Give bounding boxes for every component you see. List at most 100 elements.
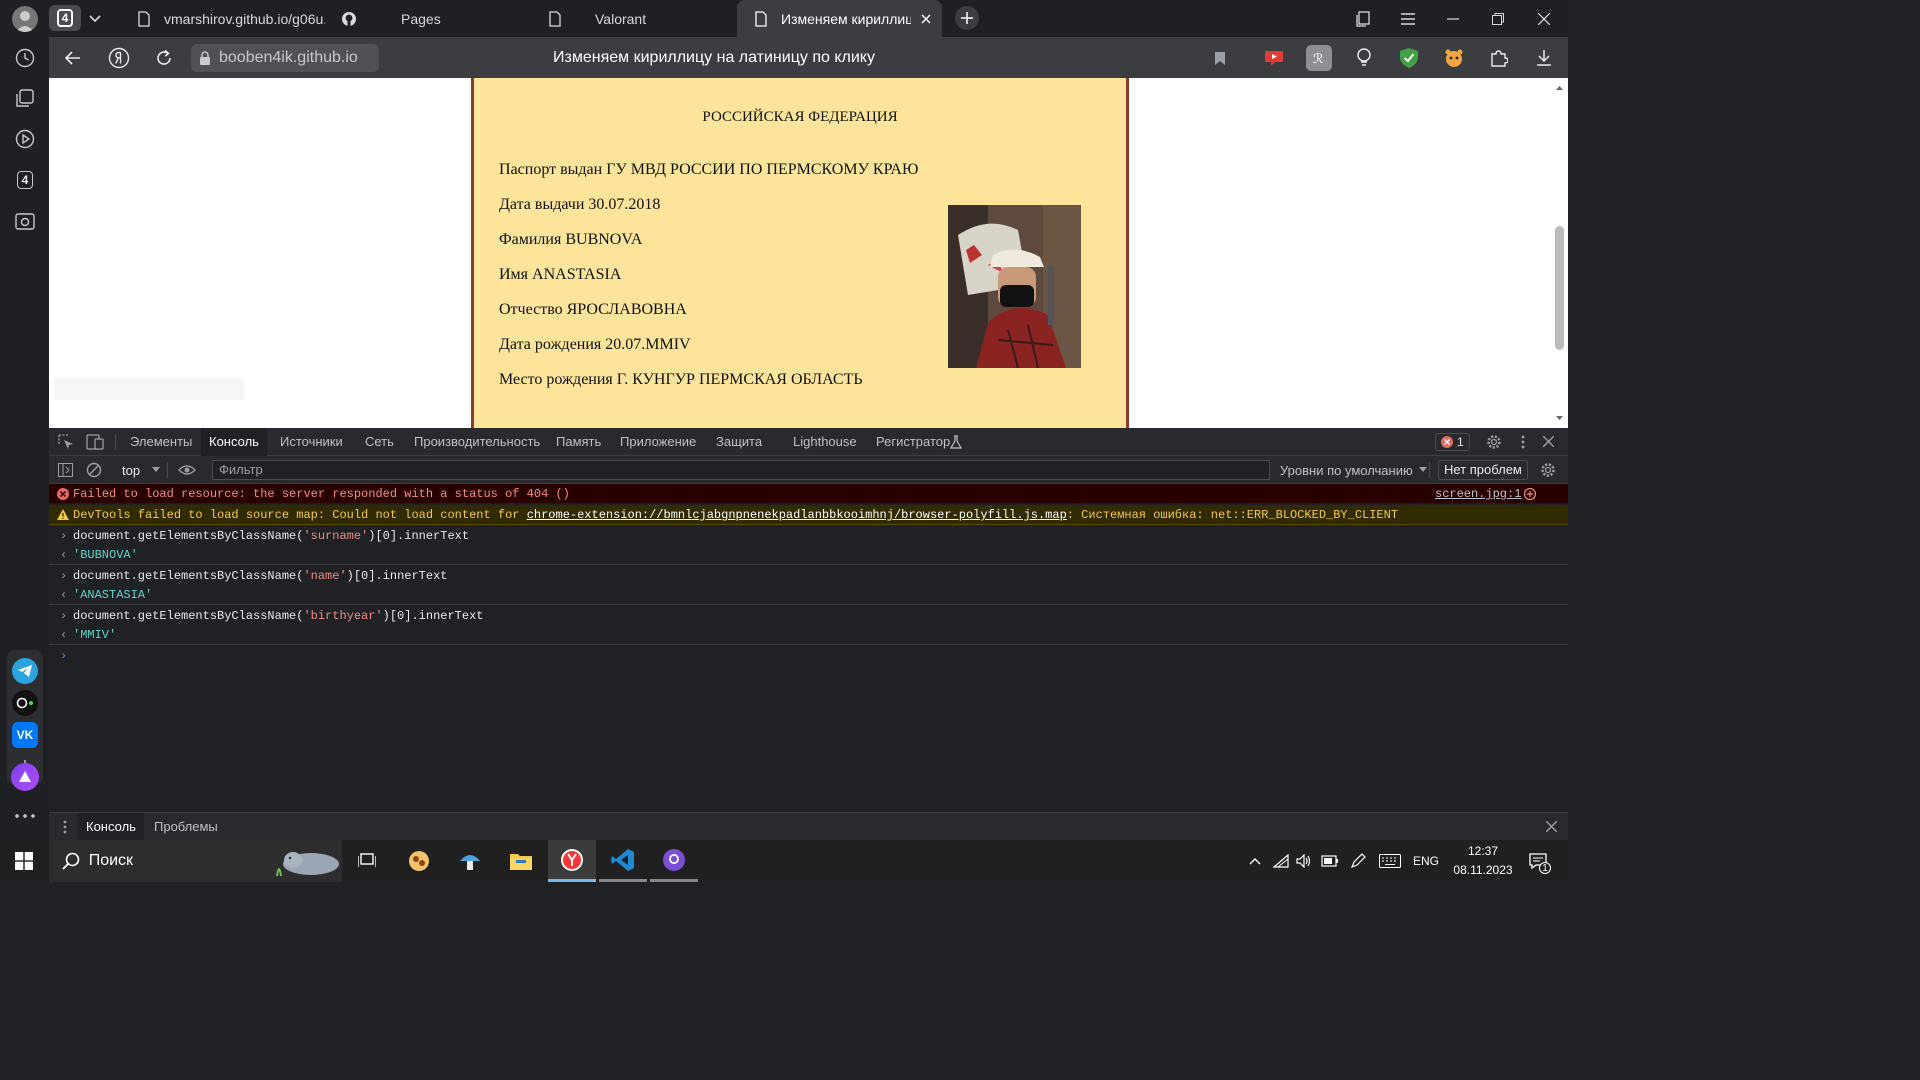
reload-button[interactable] — [144, 37, 184, 78]
taskbar-app-ant[interactable] — [395, 840, 443, 882]
url-field[interactable]: booben4ik.github.io — [191, 44, 379, 72]
console-filter-input[interactable]: Фильтр — [212, 460, 1270, 480]
tab-vmarshirov[interactable]: vmarshirov.github.io/g06u... — [120, 0, 325, 37]
inspect-element-icon[interactable] — [58, 434, 74, 450]
ai-explain-icon[interactable] — [1524, 488, 1536, 500]
speaker-icon — [1296, 854, 1311, 868]
video-button[interactable] — [12, 126, 38, 152]
patronymic-line[interactable]: Отчество ЯРОСЛАВОВНА — [499, 301, 687, 319]
taskbar-file-explorer[interactable] — [497, 840, 545, 882]
tab-application[interactable]: Приложение — [620, 428, 696, 456]
extensions-button[interactable] — [1486, 45, 1512, 71]
close-devtools-icon[interactable] — [1543, 436, 1554, 447]
profile-avatar[interactable] — [12, 6, 38, 32]
screenshot-button[interactable] — [12, 208, 38, 234]
translate-extension[interactable]: ℛ — [1306, 45, 1332, 71]
page-scrollbar[interactable] — [1551, 78, 1568, 428]
more-button[interactable] — [14, 809, 36, 823]
scroll-up-icon[interactable] — [1551, 82, 1568, 94]
menu-button[interactable] — [1386, 0, 1430, 37]
drawer-tab-issues[interactable]: Проблемы — [154, 813, 218, 840]
settings-gear-icon[interactable] — [1486, 434, 1502, 450]
issues-button[interactable]: Нет проблем — [1438, 460, 1528, 480]
scrollbar-thumb[interactable] — [1555, 226, 1564, 350]
tab-lighthouse[interactable]: Lighthouse — [793, 428, 857, 456]
messenger-app[interactable] — [12, 690, 38, 716]
restore-button[interactable] — [1476, 0, 1520, 37]
tray-overflow-button[interactable] — [1245, 840, 1265, 882]
device-toolbar-icon[interactable] — [86, 434, 104, 450]
youtube-extension[interactable] — [1261, 45, 1287, 71]
telegram-app[interactable] — [12, 658, 38, 684]
console-output[interactable]: Failed to load resource: the server resp… — [49, 484, 1568, 812]
chevron-down-icon[interactable] — [84, 8, 106, 30]
sidebar-toggle-icon[interactable] — [58, 463, 73, 477]
tab-memory[interactable]: Память — [556, 428, 601, 456]
console-settings-icon[interactable] — [1540, 462, 1556, 478]
new-tab-button[interactable] — [955, 6, 979, 30]
alice-button[interactable] — [11, 763, 39, 791]
console-prompt[interactable]: › — [49, 646, 1568, 666]
tab-pages[interactable]: Pages — [325, 0, 530, 37]
tabs-badge-button[interactable]: 4 — [12, 167, 38, 193]
tray-language[interactable]: ENG — [1410, 840, 1442, 882]
taskbar-github-desktop[interactable] — [650, 840, 698, 882]
tray-pen[interactable] — [1347, 840, 1369, 882]
lightbulb-extension[interactable] — [1351, 45, 1377, 71]
bookmark-button[interactable] — [1207, 45, 1233, 71]
eye-icon[interactable] — [178, 464, 196, 476]
taskbar-app-mushroom[interactable] — [446, 840, 494, 882]
warning-link[interactable]: chrome-extension://bmnlcjabgnpnenekpadla… — [527, 508, 1067, 522]
tab-sources[interactable]: Источники — [280, 428, 343, 456]
tab-elements[interactable]: Элементы — [130, 428, 192, 456]
tab-recorder[interactable]: Регистратор — [876, 428, 950, 456]
downloads-button[interactable] — [1531, 45, 1557, 71]
drawer-menu-icon[interactable] — [63, 820, 67, 834]
more-vertical-icon[interactable] — [1521, 435, 1525, 449]
close-drawer-icon[interactable] — [1546, 821, 1557, 832]
tray-battery[interactable] — [1319, 840, 1341, 882]
start-button[interactable] — [0, 840, 48, 882]
collections-sidebar-button[interactable] — [12, 85, 38, 111]
tab-performance[interactable]: Производительность — [414, 428, 540, 456]
birth-date-line[interactable]: Дата рождения 20.07.MMIV — [499, 336, 691, 354]
context-selector[interactable]: top — [115, 456, 161, 484]
tab-valorant[interactable]: Valorant — [531, 0, 736, 37]
collections-button[interactable] — [1341, 0, 1385, 37]
log-levels-dropdown[interactable]: Уровни по умолчанию — [1280, 456, 1427, 484]
windows-taskbar: Поиск ENG 12:37 08.11.2023 1 — [0, 840, 1568, 882]
name-line[interactable]: Имя ANASTASIA — [499, 266, 621, 284]
tab-active-cyrillic[interactable]: Изменяем кириллицу н... — [737, 0, 942, 37]
surname-line[interactable]: Фамилия BUBNOVA — [499, 231, 642, 249]
adguard-extension[interactable] — [1396, 45, 1422, 71]
vk-app[interactable]: VK — [12, 722, 38, 748]
close-tab-icon[interactable] — [921, 14, 931, 24]
yandex-home-button[interactable] — [99, 37, 139, 78]
clear-console-icon[interactable] — [86, 462, 102, 478]
taskbar-search[interactable]: Поиск — [49, 840, 342, 882]
tray-clock[interactable]: 12:37 08.11.2023 — [1448, 840, 1518, 882]
tab-count-button[interactable]: 4 — [49, 5, 81, 31]
tray-keyboard[interactable] — [1376, 840, 1404, 882]
task-view-button[interactable] — [343, 840, 391, 882]
minimize-button[interactable] — [1431, 0, 1475, 37]
back-button[interactable] — [53, 37, 93, 78]
error-counter[interactable]: 1 — [1435, 433, 1470, 451]
taskbar-vscode[interactable] — [599, 840, 647, 882]
error-source-link[interactable]: screen.jpg:1 — [1435, 484, 1521, 504]
drawer-tab-console[interactable]: Консоль — [78, 813, 144, 840]
close-window-button[interactable] — [1522, 0, 1566, 37]
return-arrow-icon: ‹ — [60, 548, 68, 562]
pet-extension[interactable] — [1441, 45, 1467, 71]
tray-network[interactable] — [1271, 840, 1291, 882]
history-button[interactable] — [12, 45, 38, 71]
svg-text:ℛ: ℛ — [1313, 52, 1323, 66]
notification-center-button[interactable]: 1 — [1524, 840, 1552, 882]
tab-security[interactable]: Защита — [716, 428, 762, 456]
taskbar-yandex-browser[interactable] — [548, 840, 596, 882]
console-warning-row: DevTools failed to load source map: Coul… — [49, 505, 1568, 525]
tab-network[interactable]: Сеть — [365, 428, 394, 456]
tab-console[interactable]: Консоль — [201, 428, 267, 456]
tray-volume[interactable] — [1294, 840, 1314, 882]
scroll-down-icon[interactable] — [1551, 412, 1568, 424]
